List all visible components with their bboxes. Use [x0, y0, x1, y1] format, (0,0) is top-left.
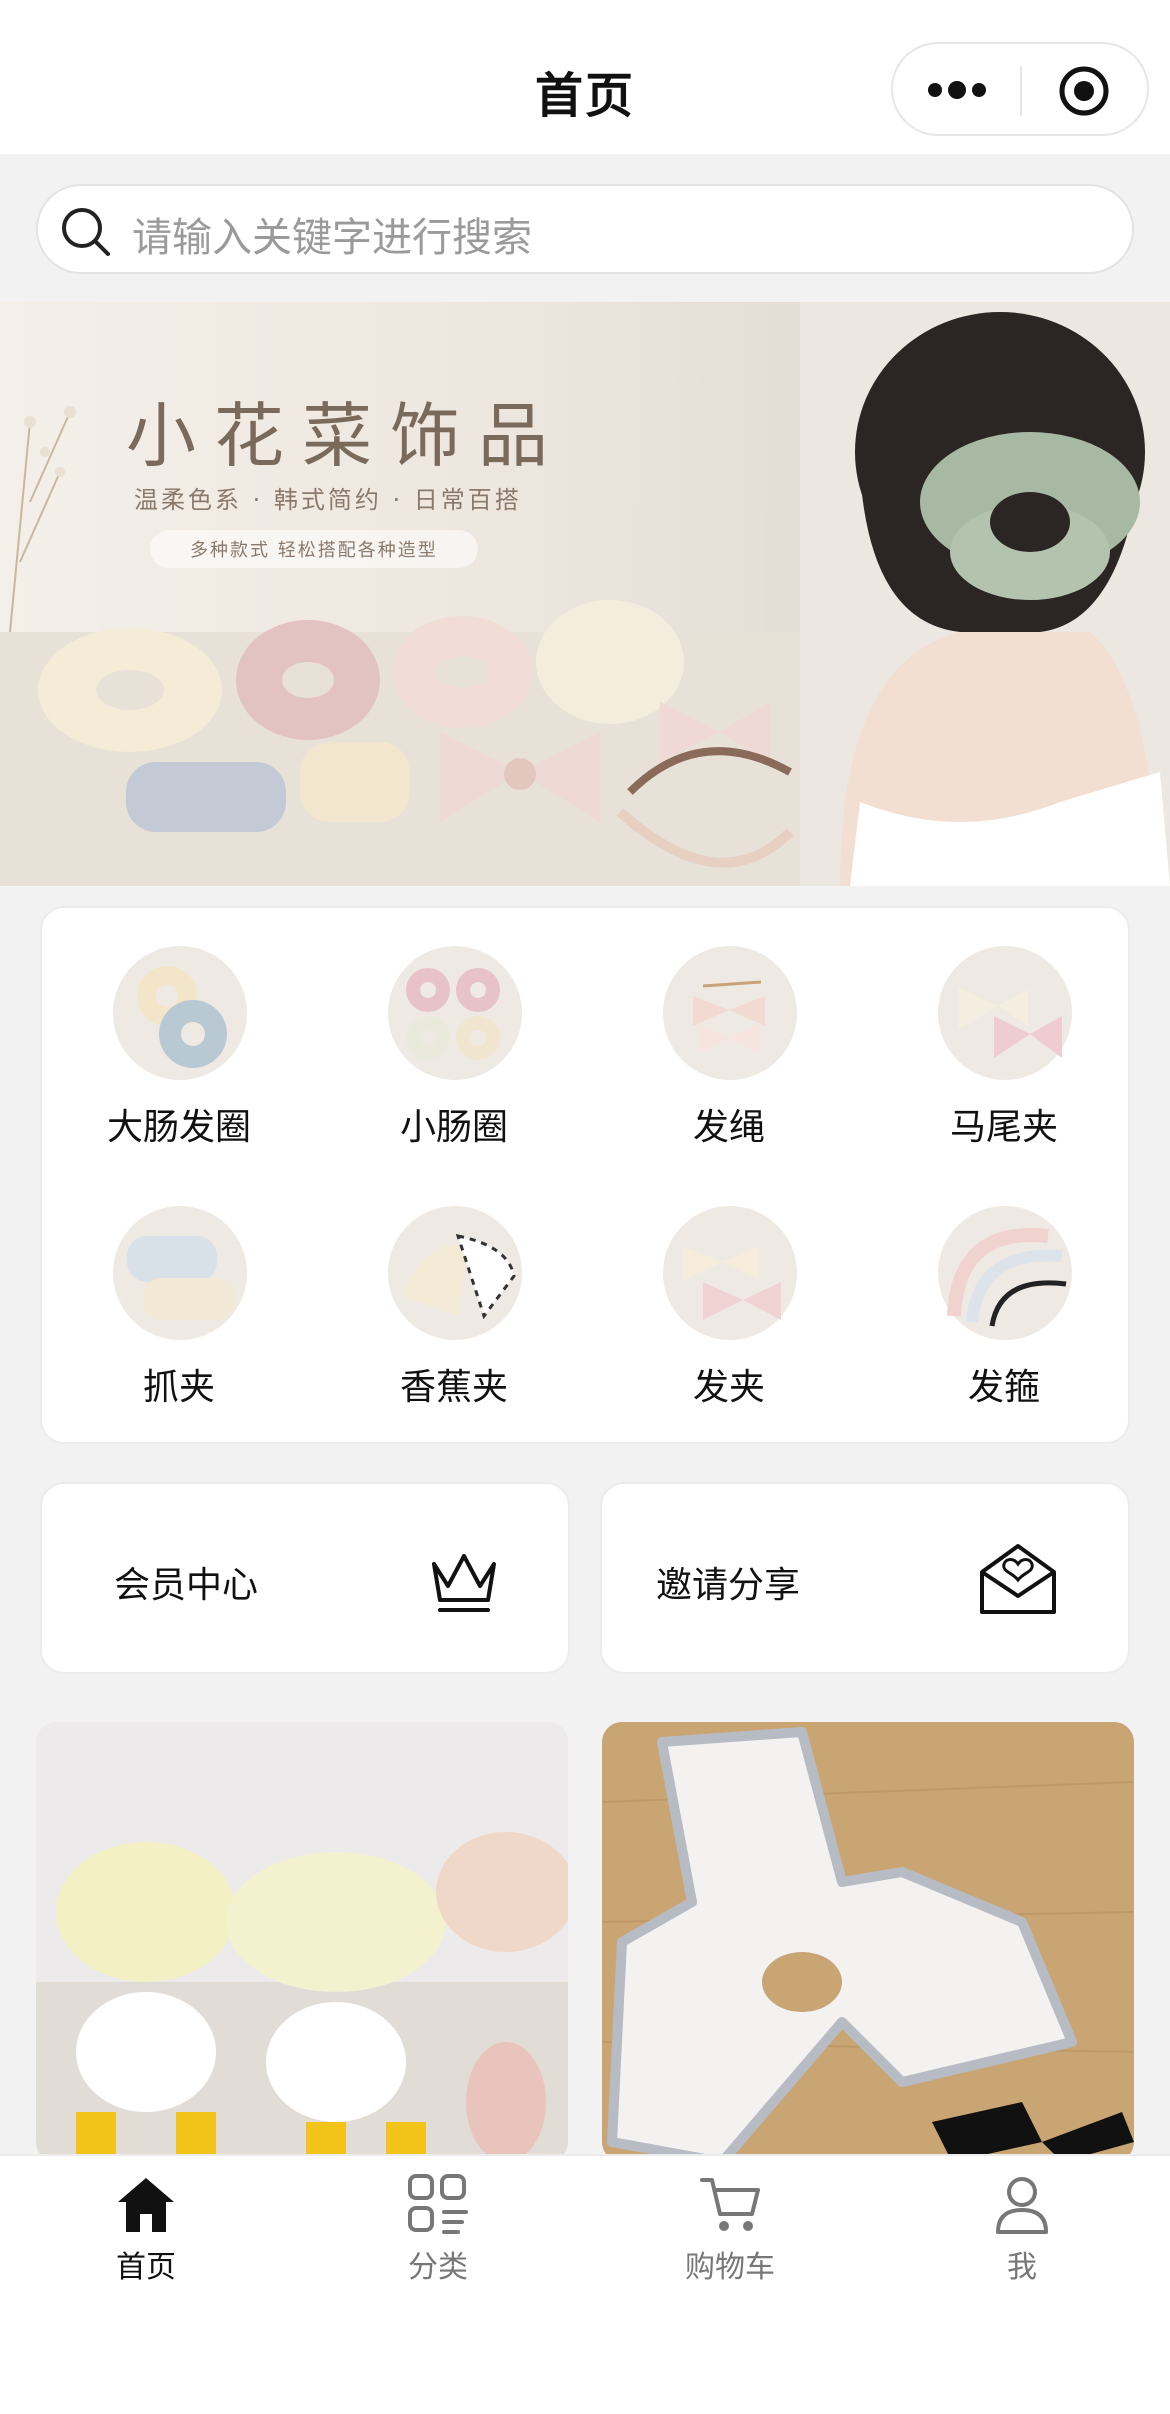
category-item[interactable]: 大肠发圈	[79, 908, 279, 1148]
cart-icon	[700, 2178, 760, 2231]
tab-home[interactable]: 首页	[46, 2172, 246, 2292]
category-item[interactable]: 马尾夹	[904, 908, 1104, 1148]
search-bar[interactable]: 请输入关键字进行搜索	[36, 184, 1134, 274]
invite-share-card[interactable]: 邀请分享	[600, 1482, 1130, 1674]
category-grid: 大肠发圈 小肠圈 发绳 马尾夹 抓夹 香蕉夹 发夹 发箍	[40, 906, 1130, 1444]
mini-program-capsule	[891, 42, 1149, 136]
page: 首页 请输入关键字进行搜索 小花菜饰品 温柔色系 · 韩式简约 · 日常百搭 多…	[0, 0, 1170, 2414]
category-label: 大肠发圈	[106, 1107, 251, 1148]
member-center-card[interactable]: 会员中心	[40, 1482, 570, 1674]
category-item[interactable]: 发箍	[904, 1168, 1104, 1408]
tab-cart[interactable]: 购物车	[630, 2172, 830, 2292]
category-label: 马尾夹	[949, 1107, 1058, 1148]
claw-clip-thumb	[113, 1206, 247, 1340]
small-scrunchie-thumb	[388, 946, 522, 1080]
banner-subtitle: 温柔色系 · 韩式简约 · 日常百搭	[134, 486, 522, 514]
product-image-satin-bow	[602, 1722, 1134, 2162]
hair-clip-thumb	[663, 1206, 797, 1340]
category-icon	[408, 2174, 468, 2234]
tab-label: 首页	[116, 2250, 176, 2285]
category-item[interactable]: 发绳	[629, 908, 829, 1148]
category-label: 抓夹	[142, 1367, 215, 1408]
category-label: 发夹	[692, 1367, 765, 1408]
user-icon	[996, 2177, 1048, 2234]
more-icon[interactable]	[925, 78, 989, 102]
banner-title: 小花菜饰品	[126, 395, 566, 477]
crown-icon	[432, 1554, 496, 1612]
invite-share-label: 邀请分享	[656, 1565, 801, 1606]
tab-label: 我	[1007, 2250, 1037, 2285]
product-card[interactable]	[36, 1722, 568, 2162]
home-icon	[118, 2178, 174, 2232]
tab-profile[interactable]: 我	[922, 2172, 1122, 2292]
category-label: 发箍	[967, 1367, 1040, 1408]
tab-bar: 首页 分类 购物车 我	[0, 2154, 1170, 2414]
ponytail-clip-thumb	[938, 946, 1072, 1080]
top-bar: 首页	[0, 0, 1170, 154]
category-label: 发绳	[692, 1107, 765, 1148]
banner-tagline: 多种款式 轻松搭配各种造型	[150, 530, 478, 568]
category-item[interactable]: 发夹	[629, 1168, 829, 1408]
category-label: 香蕉夹	[399, 1367, 508, 1408]
close-mini-program-icon[interactable]	[1057, 64, 1111, 118]
category-item[interactable]: 小肠圈	[354, 908, 554, 1148]
tab-label: 购物车	[685, 2250, 775, 2285]
promo-banner[interactable]: 小花菜饰品 温柔色系 · 韩式简约 · 日常百搭 多种款式 轻松搭配各种造型	[0, 302, 1170, 886]
scrunchie-thumb	[113, 946, 247, 1080]
category-item[interactable]: 香蕉夹	[354, 1168, 554, 1408]
product-image-flower-clips	[36, 1722, 568, 2162]
search-input[interactable]: 请输入关键字进行搜索	[132, 205, 532, 263]
envelope-heart-icon	[980, 1544, 1056, 1614]
tab-category[interactable]: 分类	[338, 2172, 538, 2292]
category-label: 小肠圈	[399, 1107, 508, 1148]
capsule-divider	[1020, 66, 1022, 116]
member-center-label: 会员中心	[114, 1565, 259, 1606]
tab-label: 分类	[408, 2250, 468, 2285]
headband-thumb	[938, 1206, 1072, 1340]
product-card[interactable]	[602, 1722, 1134, 2162]
category-item[interactable]: 抓夹	[79, 1168, 279, 1408]
banana-clip-thumb	[388, 1206, 522, 1340]
hair-tie-thumb	[663, 946, 797, 1080]
search-icon	[62, 208, 110, 256]
